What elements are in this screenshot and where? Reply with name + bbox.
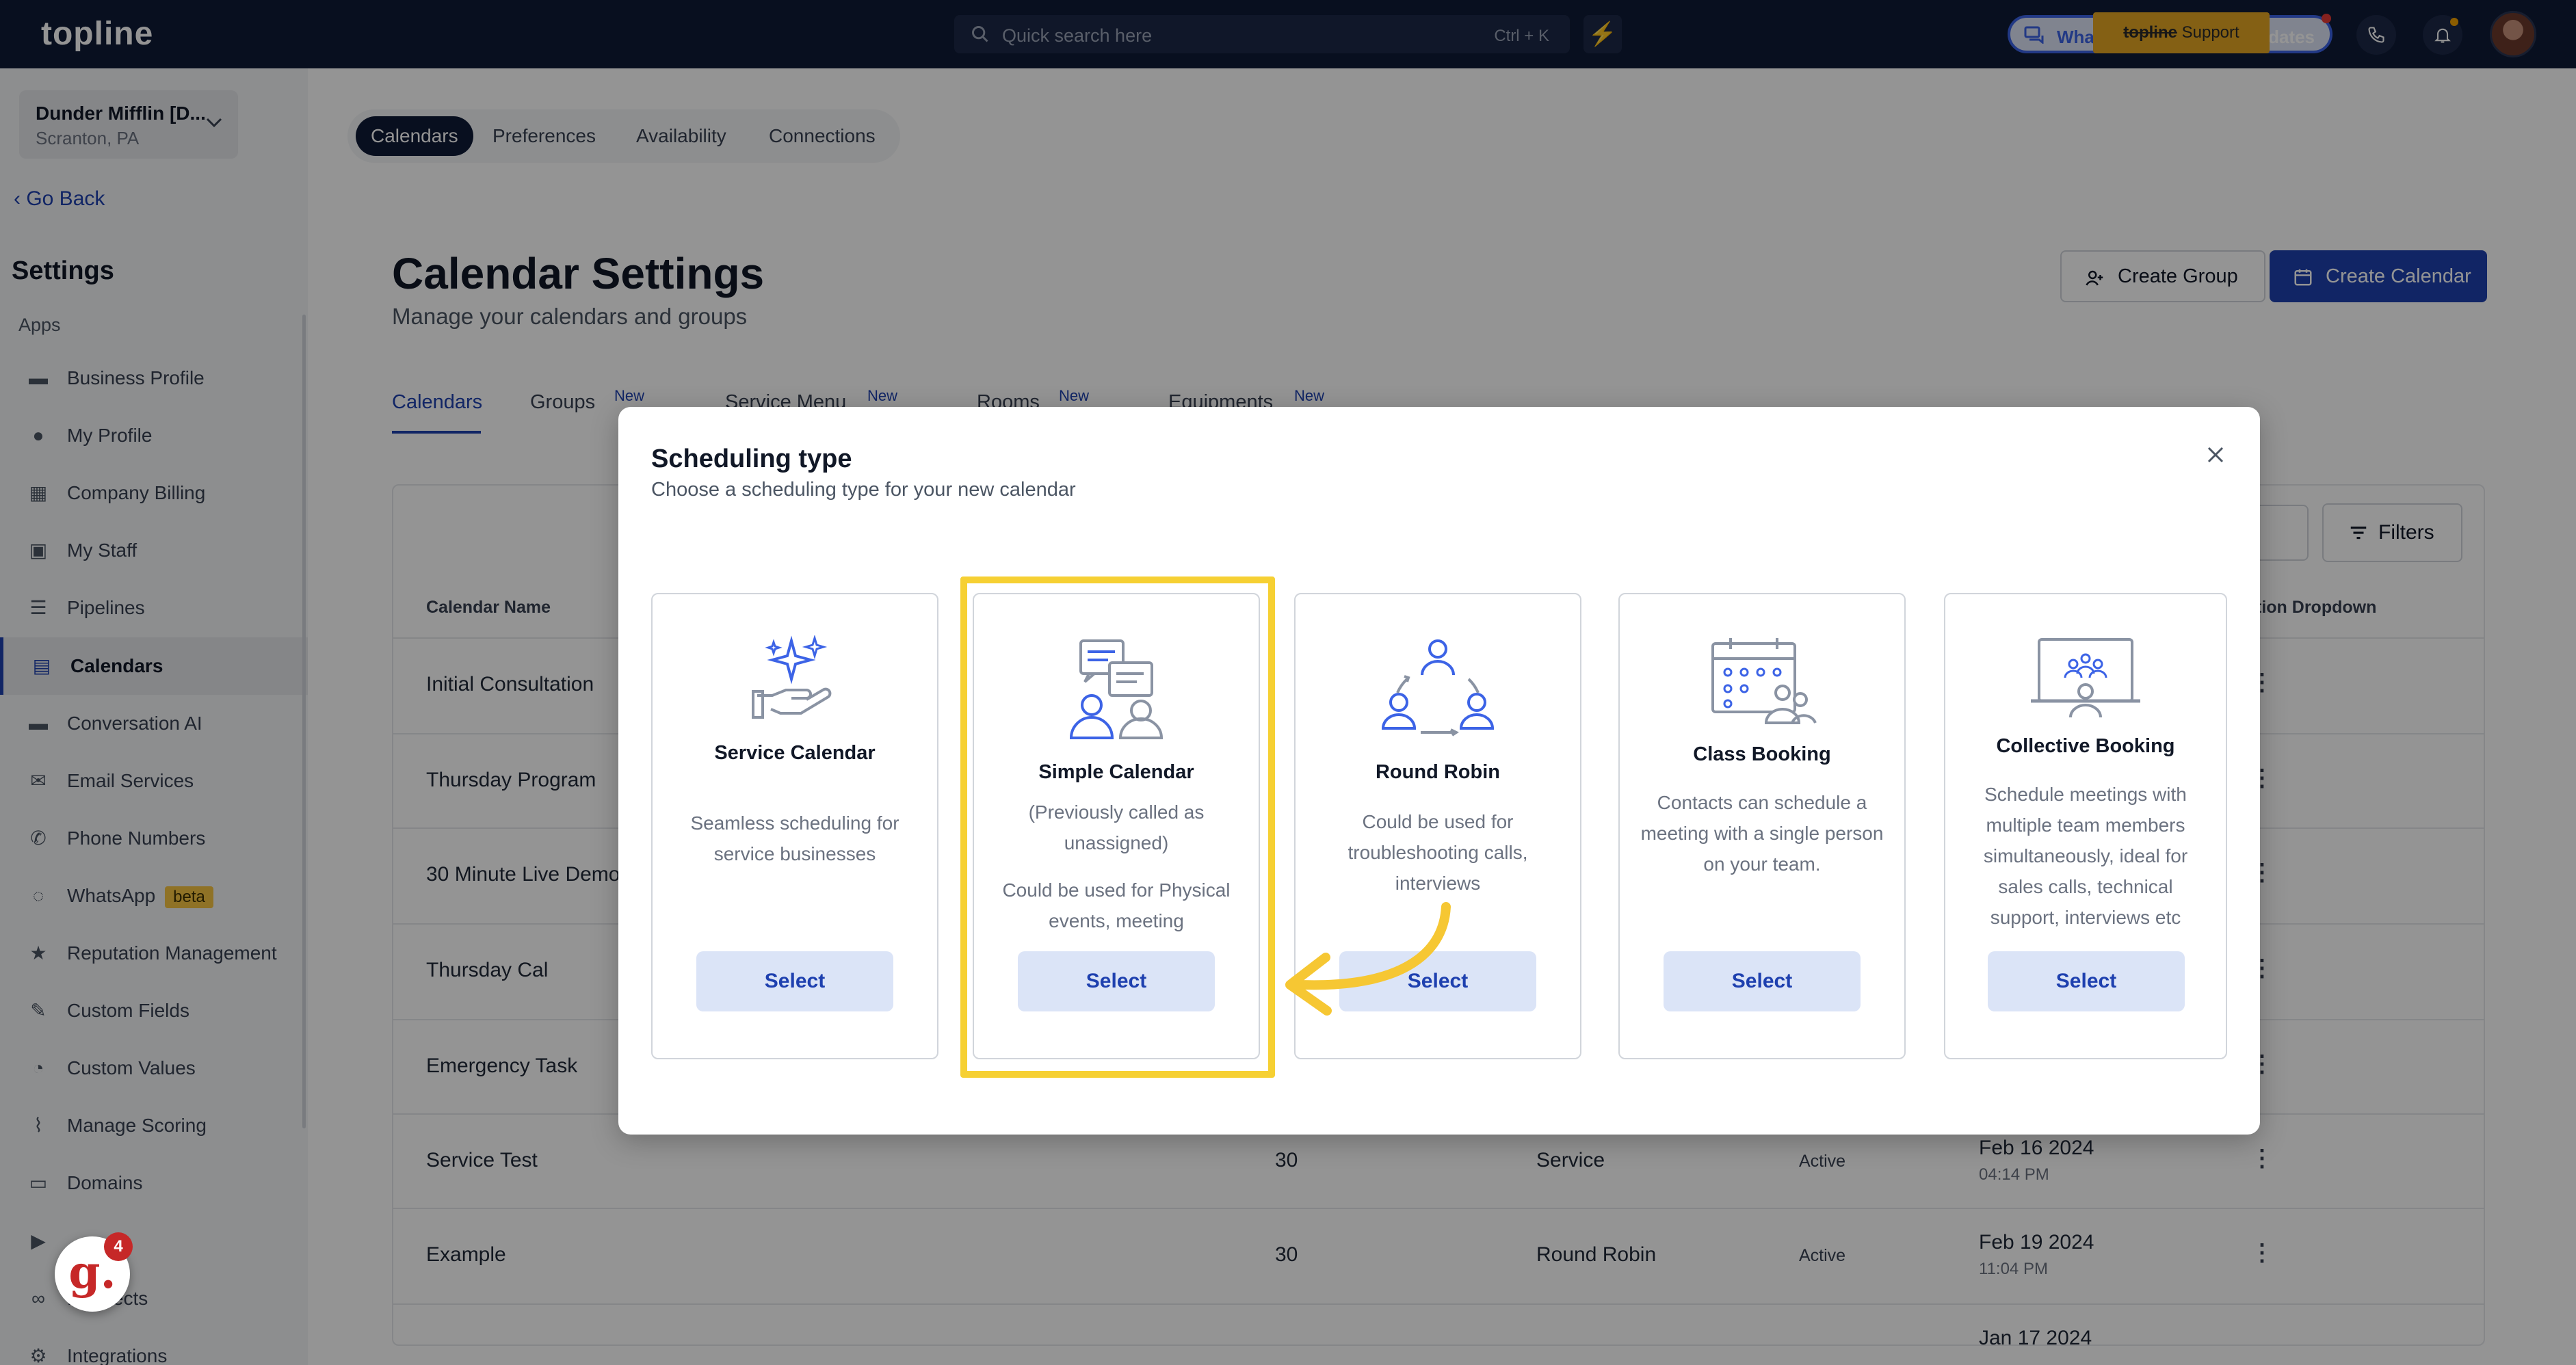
guide-badge[interactable]: g. 4	[55, 1232, 133, 1312]
option-description: Could be used for troubleshooting calls,…	[1348, 811, 1528, 894]
class-calendar-icon	[1711, 638, 1817, 724]
option-description: Schedule meetings with multiple team mem…	[1983, 784, 2188, 928]
modal-subtitle: Choose a scheduling type for your new ca…	[651, 479, 1076, 501]
highlight-frame	[960, 577, 1275, 1078]
option-description: Contacts can schedule a meeting with a s…	[1640, 792, 1884, 875]
option-name: Class Booking	[1693, 743, 1831, 765]
option-collective-booking[interactable]: Collective Booking Schedule meetings wit…	[1944, 593, 2227, 1059]
round-robin-icon	[1381, 639, 1495, 737]
modal-title: Scheduling type	[651, 445, 852, 473]
select-button[interactable]: Select	[696, 951, 893, 1011]
option-description: Seamless scheduling for service business…	[690, 812, 899, 864]
option-name: Service Calendar	[714, 742, 876, 764]
option-class-booking[interactable]: Class Booking Contacts can schedule a me…	[1618, 593, 1906, 1059]
collective-monitor-icon	[2031, 638, 2140, 718]
select-button[interactable]: Select	[1988, 951, 2185, 1011]
select-button[interactable]: Select	[1664, 951, 1861, 1011]
sparkle-hand-icon	[752, 635, 832, 719]
close-icon[interactable]	[2198, 438, 2233, 472]
option-name: Collective Booking	[1996, 735, 2175, 757]
option-name: Round Robin	[1375, 761, 1500, 783]
option-service-calendar[interactable]: Service Calendar Seamless scheduling for…	[651, 593, 938, 1059]
guide-badge-count: 4	[104, 1232, 133, 1261]
pointer-arrow-icon	[1285, 902, 1451, 1016]
